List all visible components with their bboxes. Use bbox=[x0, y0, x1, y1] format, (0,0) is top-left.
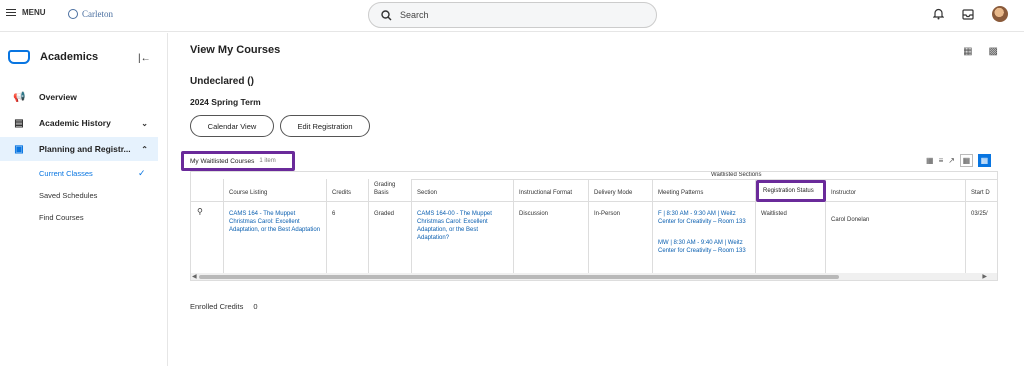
hamburger-icon bbox=[6, 8, 16, 17]
search-icon bbox=[381, 9, 392, 20]
meeting-pattern-2[interactable]: MW | 8:30 AM - 9:40 AM | Weitz Center fo… bbox=[658, 239, 752, 255]
course-listing-link[interactable]: CAMS 164 - The Muppet Christmas Carol: E… bbox=[229, 210, 321, 234]
logo-seal-icon bbox=[68, 9, 78, 19]
sidebar-item-label: Academic History bbox=[39, 118, 111, 128]
grading-value: Graded bbox=[374, 211, 395, 217]
export-excel-icon[interactable]: ▦ bbox=[963, 46, 972, 57]
scroll-left-icon[interactable]: ◀ bbox=[192, 273, 197, 280]
carleton-logo[interactable]: Carleton bbox=[68, 9, 113, 19]
chevron-down-icon: ⌄ bbox=[141, 118, 148, 128]
filter-icon[interactable]: ≡ bbox=[939, 156, 944, 165]
scroll-right-icon[interactable]: ▶ bbox=[982, 273, 987, 280]
waitlist-title: My Waitlisted Courses bbox=[190, 157, 255, 165]
col-instructor[interactable]: Instructor bbox=[831, 190, 856, 196]
col-instructional-format[interactable]: Instructional Format bbox=[519, 190, 572, 196]
col-course-listing[interactable]: Course Listing bbox=[229, 190, 267, 196]
group-header: Waitlisted Sections bbox=[711, 172, 762, 178]
search-input[interactable]: Search bbox=[368, 2, 657, 28]
scrollbar-thumb[interactable] bbox=[199, 275, 839, 279]
logo-text: Carleton bbox=[82, 9, 113, 19]
registration-status-header: Registration Status bbox=[763, 188, 814, 194]
bell-icon[interactable] bbox=[933, 8, 944, 20]
meeting-pattern-1[interactable]: F | 8:30 AM - 9:30 AM | Weitz Center for… bbox=[658, 210, 752, 226]
collapse-sidebar-icon[interactable]: |← bbox=[138, 53, 151, 64]
sidebar-item-label: Overview bbox=[39, 92, 77, 102]
calendar-view-button[interactable]: Calendar View bbox=[190, 115, 274, 137]
sidebar-subitem-saved-schedules[interactable]: Saved Schedules bbox=[39, 191, 97, 200]
program-status: Undeclared () bbox=[190, 76, 254, 87]
registration-status-value: Waitlisted bbox=[761, 211, 787, 217]
top-bar: MENU Carleton Search bbox=[0, 0, 1024, 32]
fullscreen-icon[interactable]: ↗ bbox=[948, 156, 955, 165]
calendar-icon: ▣ bbox=[14, 143, 24, 155]
menu-button[interactable]: MENU bbox=[6, 8, 46, 17]
sidebar-item-overview[interactable]: 📢 Overview bbox=[0, 85, 158, 109]
check-icon: ✓ bbox=[138, 168, 146, 178]
export-pdf-icon[interactable]: ▩ bbox=[989, 46, 998, 57]
col-registration-status[interactable]: Registration Status bbox=[756, 180, 826, 202]
enrolled-credits: Enrolled Credits 0 bbox=[190, 302, 258, 311]
sidebar-header: Academics bbox=[8, 50, 98, 64]
table-view-icon[interactable]: ▦ bbox=[959, 154, 973, 167]
enrolled-credits-value: 0 bbox=[253, 302, 258, 311]
edit-registration-button[interactable]: Edit Registration bbox=[280, 115, 370, 137]
waitlisted-courses-table: Waitlisted Sections Course Listing Credi… bbox=[190, 171, 998, 281]
menu-label: MENU bbox=[22, 8, 46, 17]
col-start-date[interactable]: Start D bbox=[971, 190, 990, 196]
history-icon: ▤ bbox=[14, 117, 24, 129]
chevron-up-icon: ⌃ bbox=[141, 144, 148, 154]
search-placeholder: Search bbox=[400, 10, 429, 20]
waitlisted-courses-header: My Waitlisted Courses 1 item bbox=[181, 151, 295, 171]
megaphone-icon: 📢 bbox=[13, 91, 26, 103]
waitlist-count: 1 item bbox=[259, 158, 276, 164]
inbox-icon[interactable] bbox=[962, 8, 974, 20]
academics-icon bbox=[8, 50, 30, 64]
credits-value: 6 bbox=[332, 211, 336, 217]
col-meeting-patterns[interactable]: Meeting Patterns bbox=[658, 190, 703, 196]
col-grading-basis[interactable]: Grading Basis bbox=[374, 181, 406, 197]
format-value: Discussion bbox=[519, 211, 549, 217]
page-title: View My Courses bbox=[190, 44, 281, 56]
sidebar-subitem-current-classes[interactable]: Current Classes bbox=[39, 169, 93, 178]
delivery-value: In-Person bbox=[594, 211, 621, 217]
col-credits[interactable]: Credits bbox=[332, 190, 351, 196]
magnifier-icon[interactable]: ⚲ bbox=[197, 208, 203, 216]
col-delivery-mode[interactable]: Delivery Mode bbox=[594, 190, 632, 196]
section-link[interactable]: CAMS 164-00 - The Muppet Christmas Carol… bbox=[417, 210, 509, 242]
enrolled-credits-label: Enrolled Credits bbox=[190, 302, 244, 311]
export-excel-icon[interactable]: ▦ bbox=[926, 156, 934, 165]
sidebar-item-academic-history[interactable]: ▤ Academic History ⌄ bbox=[0, 111, 158, 135]
horizontal-scrollbar[interactable]: ◀ ▶ bbox=[191, 273, 997, 280]
avatar[interactable] bbox=[992, 6, 1008, 22]
sidebar-item-label: Planning and Registr... bbox=[39, 144, 131, 154]
sidebar-item-planning[interactable]: ▣ Planning and Registr... ⌃ bbox=[0, 137, 158, 161]
start-date-value: 03/25/ bbox=[971, 211, 988, 217]
col-section[interactable]: Section bbox=[417, 190, 437, 196]
sidebar: Academics |← 📢 Overview ▤ Academic Histo… bbox=[0, 33, 168, 366]
term-heading: 2024 Spring Term bbox=[190, 97, 261, 107]
sidebar-title: Academics bbox=[40, 51, 99, 63]
grid-view-icon[interactable]: ▦ bbox=[977, 154, 991, 167]
instructor-value: Carol Donelan bbox=[831, 217, 870, 223]
sidebar-subitem-find-courses[interactable]: Find Courses bbox=[39, 213, 84, 222]
